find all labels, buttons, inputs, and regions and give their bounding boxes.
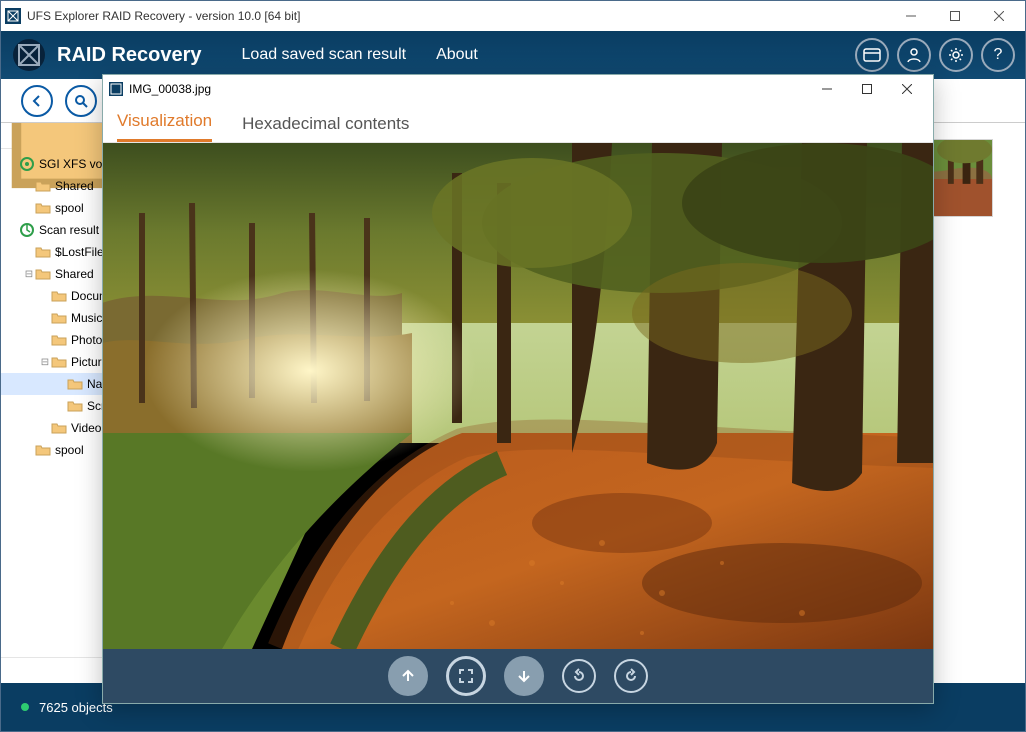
scan-icon: [19, 222, 39, 238]
help-button[interactable]: ?: [981, 38, 1015, 72]
reports-button[interactable]: [855, 38, 889, 72]
card-icon: [863, 48, 881, 62]
menu-load-saved[interactable]: Load saved scan result: [242, 46, 407, 64]
folder-icon: [51, 310, 71, 326]
preview-fullscreen-button[interactable]: [446, 656, 486, 696]
arrow-left-icon: [30, 94, 44, 108]
arrow-down-icon: [516, 668, 532, 684]
tab-visualization[interactable]: Visualization: [117, 103, 212, 142]
preview-prev-button[interactable]: [388, 656, 428, 696]
rotate-right-icon: [623, 668, 639, 684]
preview-rotate-right-button[interactable]: [614, 659, 648, 693]
preview-tabs: Visualization Hexadecimal contents: [103, 103, 933, 143]
twisty-icon[interactable]: ⊟: [39, 357, 51, 368]
tree-label: Shared: [55, 267, 94, 281]
arrow-up-icon: [400, 668, 416, 684]
twisty-icon[interactable]: ⊟: [23, 269, 35, 280]
preview-close-button[interactable]: [887, 75, 927, 103]
tree-label: spool: [55, 201, 84, 215]
close-button[interactable]: [977, 1, 1021, 31]
folder-icon: [35, 266, 55, 282]
app-logo-icon: [5, 8, 21, 24]
preview-image-area: [103, 143, 933, 649]
volume-icon: [19, 156, 39, 172]
search-icon: [74, 94, 88, 108]
folder-icon: [51, 354, 71, 370]
preview-toolbar: [103, 649, 933, 703]
preview-title: IMG_00038.jpg: [129, 82, 807, 96]
maximize-button[interactable]: [933, 1, 977, 31]
folder-icon: [35, 178, 55, 194]
back-button[interactable]: [21, 85, 53, 117]
preview-image: [103, 143, 933, 649]
app-logo-icon: [109, 82, 123, 96]
preview-rotate-left-button[interactable]: [562, 659, 596, 693]
preview-maximize-button[interactable]: [847, 75, 887, 103]
minimize-button[interactable]: [889, 1, 933, 31]
folder-icon: [51, 420, 71, 436]
folder-icon: [51, 288, 71, 304]
main-header: RAID Recovery Load saved scan result Abo…: [1, 31, 1025, 79]
preview-next-button[interactable]: [504, 656, 544, 696]
menu-about[interactable]: About: [436, 46, 478, 64]
expand-icon: [458, 668, 474, 684]
folder-icon: [35, 442, 55, 458]
rotate-left-icon: [571, 668, 587, 684]
preview-window: IMG_00038.jpg Visualization Hexadecimal …: [102, 74, 934, 704]
app-logo-large-icon: [11, 37, 47, 73]
gear-icon: [948, 47, 964, 63]
header-title: RAID Recovery: [57, 44, 202, 67]
user-icon: [906, 47, 922, 63]
status-dot-icon: [21, 703, 29, 711]
tree-label: Music: [71, 311, 102, 325]
question-icon: ?: [994, 46, 1003, 64]
folder-icon: [35, 200, 55, 216]
preview-titlebar: IMG_00038.jpg: [103, 75, 933, 103]
settings-button[interactable]: [939, 38, 973, 72]
main-titlebar: UFS Explorer RAID Recovery - version 10.…: [1, 1, 1025, 31]
main-title: UFS Explorer RAID Recovery - version 10.…: [27, 9, 889, 23]
tree-label: spool: [55, 443, 84, 457]
folder-icon: [35, 244, 55, 260]
folder-icon: [67, 376, 87, 392]
folder-icon: [67, 398, 87, 414]
tree-label: Shared: [55, 179, 94, 193]
preview-minimize-button[interactable]: [807, 75, 847, 103]
account-button[interactable]: [897, 38, 931, 72]
search-button[interactable]: [65, 85, 97, 117]
folder-icon: [51, 332, 71, 348]
tab-hexadecimal[interactable]: Hexadecimal contents: [242, 106, 409, 142]
